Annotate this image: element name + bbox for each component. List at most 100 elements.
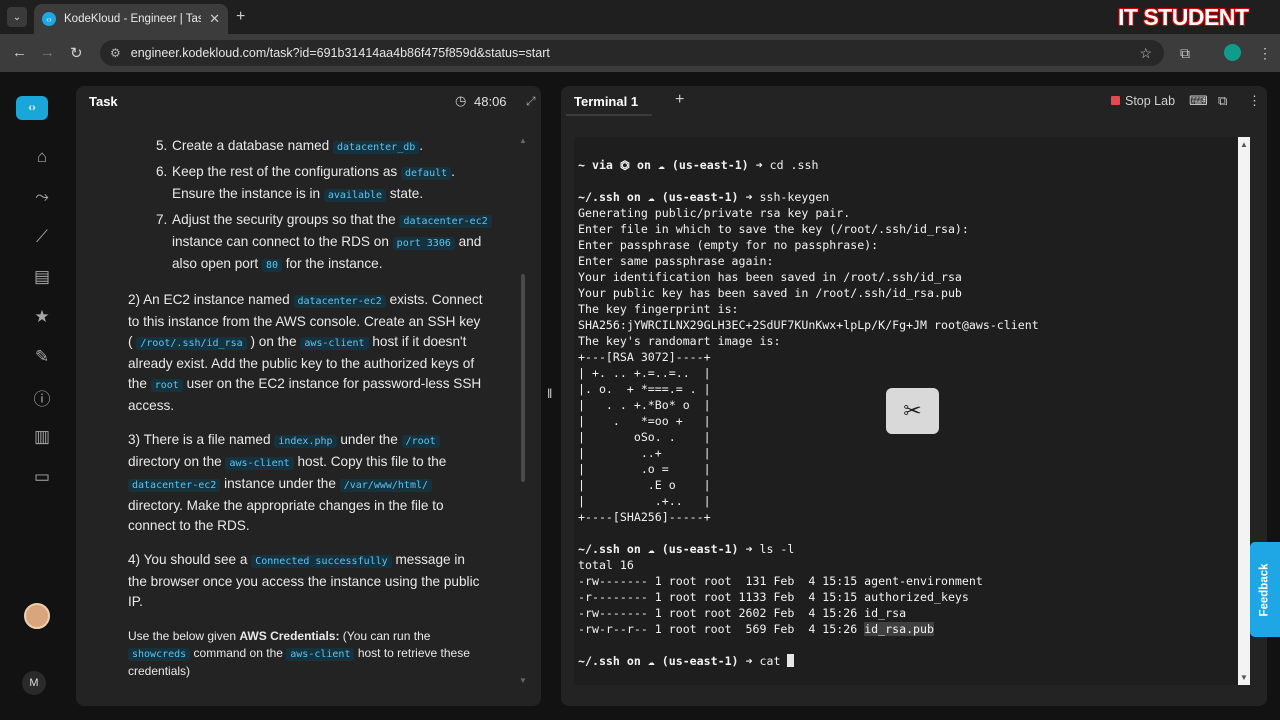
terminal-line: Your identification has been saved in /r…: [578, 269, 1238, 285]
terminal-line: | .o = |: [578, 461, 1238, 477]
user-initial-avatar[interactable]: M: [22, 671, 46, 695]
timer-icon: ◷: [455, 93, 467, 108]
tab-close-icon[interactable]: ✕: [209, 11, 220, 27]
paragraph-4: 4) You should see a Connected successful…: [128, 550, 484, 612]
para-text: directory. Make the appropriate changes …: [128, 498, 444, 533]
profile-avatar[interactable]: [1224, 44, 1241, 61]
shell-prompt: ~/.ssh on ☁ (us-east-1) ➜: [578, 654, 760, 668]
kodekloud-logo-icon[interactable]: ‹›: [16, 96, 48, 120]
terminal-text: -rw-r--r-- 1 root root 569 Feb 4 15:26: [578, 622, 865, 636]
chat-icon[interactable]: ▭: [31, 466, 53, 488]
terminal-text: -rw------- 1 root root 131 Feb 4 15:15 a…: [578, 574, 983, 588]
notes-icon[interactable]: ✎: [31, 346, 53, 368]
terminal-line: The key's randomart image is:: [578, 333, 1238, 349]
board-icon[interactable]: ▤: [31, 266, 53, 288]
task-scroll-up-icon[interactable]: ▲: [519, 136, 527, 145]
inline-code: root: [150, 379, 183, 392]
para-text: 4) You should see a: [128, 552, 248, 567]
add-terminal-icon[interactable]: +: [675, 91, 684, 109]
overlay-brand-text: IT STUDENT: [1118, 4, 1249, 30]
url-omnibox[interactable]: ⚙ engineer.kodekloud.com/task?id=691b314…: [100, 40, 1164, 66]
scissors-icon[interactable]: ✂: [886, 388, 939, 434]
terminal-line: Enter same passphrase again:: [578, 253, 1238, 269]
terminal-text: Your identification has been saved in /r…: [578, 270, 962, 284]
terminal-text: | +. .. +.=..=.. |: [578, 366, 711, 380]
terminal-text: +---[RSA 3072]----+: [578, 350, 711, 364]
paragraph-5: Use the below given AWS Credentials: (Yo…: [128, 628, 484, 680]
shell-prompt: ~/.ssh on ☁ (us-east-1) ➜: [578, 190, 760, 204]
step-text: Create a database named: [172, 138, 330, 153]
inline-code: index.php: [274, 435, 337, 448]
inline-code: default: [400, 167, 452, 180]
para-text: Use the below given: [128, 629, 237, 643]
terminal-scroll-down-icon[interactable]: ▼: [1240, 673, 1248, 682]
terminal-line: SHA256:jYWRCILNX29GLH3EC+2SdUF7KUnKwx+lp…: [578, 317, 1238, 333]
info-icon[interactable]: ⓘ: [31, 386, 53, 409]
url-text[interactable]: engineer.kodekloud.com/task?id=691b31414…: [131, 46, 550, 60]
book-icon[interactable]: ▥: [31, 426, 53, 448]
tab-title: KodeKloud - Engineer | Task: [64, 13, 202, 25]
task-scrollbar[interactable]: [521, 274, 525, 482]
terminal-line: ~/.ssh on ☁ (us-east-1) ➜ ls -l: [578, 541, 1238, 557]
terminal-text: Your public key has been saved in /root/…: [578, 286, 962, 300]
browser-menu-icon[interactable]: ⋮: [1258, 45, 1272, 62]
terminal-text: Enter same passphrase again:: [578, 254, 774, 268]
shell-command: cat: [759, 654, 788, 668]
star-icon[interactable]: ★: [31, 306, 53, 328]
shell-command: ssh-keygen: [759, 190, 830, 204]
forward-icon[interactable]: →: [40, 44, 55, 61]
terminal-line: | +. .. +.=..=.. |: [578, 365, 1238, 381]
site-info-icon[interactable]: ⚙: [110, 46, 121, 60]
task-timer: 48:06: [474, 94, 507, 109]
terminal-text: | . *=oo + |: [578, 414, 711, 428]
step-number: 6.: [156, 164, 168, 179]
inline-code: datacenter-ec2: [399, 215, 492, 228]
terminal-cursor: [787, 654, 795, 667]
inline-code: /var/www/html/: [339, 479, 433, 492]
terminal-text: | . . +.*Bo* o |: [578, 398, 711, 412]
panel-resize-handle[interactable]: ‖: [547, 386, 552, 401]
task-scroll-down-icon[interactable]: ▼: [519, 676, 527, 685]
para-bold: AWS Credentials:: [239, 629, 340, 643]
step-text: for the instance.: [285, 256, 383, 271]
extensions-icon[interactable]: ⧉: [1180, 45, 1190, 62]
shell-command: cd .ssh: [769, 158, 819, 172]
selected-text: id_rsa.pub: [864, 622, 934, 636]
inline-code: showcreds: [128, 648, 191, 661]
terminal-text: | .o = |: [578, 462, 711, 476]
terminal-tab[interactable]: Terminal 1: [574, 94, 638, 109]
terminal-tab-underline: [566, 114, 652, 116]
stop-lab-button[interactable]: Stop Lab: [1125, 94, 1175, 108]
inline-code: port 3306: [392, 237, 455, 250]
terminal-menu-icon[interactable]: ⋮: [1248, 93, 1261, 109]
browser-tab[interactable]: ‹› KodeKloud - Engineer | Task ✕: [34, 4, 228, 34]
inline-code: Connected successfully: [251, 555, 392, 568]
terminal-text: |. o. + *===.= . |: [578, 382, 711, 396]
user-avatar-image[interactable]: [24, 603, 50, 629]
feedback-button[interactable]: Feedback: [1250, 542, 1280, 637]
chart-icon[interactable]: ⟋: [31, 226, 53, 248]
new-tab-icon[interactable]: +: [236, 8, 245, 26]
route-icon[interactable]: ⤳: [31, 186, 53, 208]
back-icon[interactable]: ←: [12, 44, 27, 61]
inline-code: aws-client: [286, 648, 355, 661]
open-external-icon[interactable]: ⧉: [1218, 93, 1227, 109]
tab-search-icon[interactable]: ⌄: [7, 7, 27, 27]
expand-task-icon[interactable]: ⤢: [526, 94, 536, 109]
stop-icon[interactable]: [1111, 96, 1120, 105]
reload-icon[interactable]: ↻: [70, 44, 83, 62]
para-text: host. Copy this file to the: [297, 454, 447, 469]
inline-code: aws-client: [225, 457, 294, 470]
inline-code: 80: [261, 259, 282, 272]
home-icon[interactable]: ⌂: [31, 146, 53, 168]
terminal-line: ~ via ⏣ on ☁ (us-east-1) ➜ cd .ssh: [578, 157, 1238, 173]
para-text: under the: [340, 432, 398, 447]
terminal-scrollbar[interactable]: [1238, 137, 1250, 685]
step-5: 5. Create a database named datacenter_db…: [104, 136, 504, 158]
terminal-settings-icon[interactable]: ⌨: [1189, 93, 1208, 109]
step-text: instance can connect to the RDS on: [172, 234, 389, 249]
terminal-scroll-up-icon[interactable]: ▲: [1240, 140, 1248, 149]
bookmark-star-icon[interactable]: ☆: [1139, 45, 1152, 62]
terminal-text: Enter file in which to save the key (/ro…: [578, 222, 969, 236]
